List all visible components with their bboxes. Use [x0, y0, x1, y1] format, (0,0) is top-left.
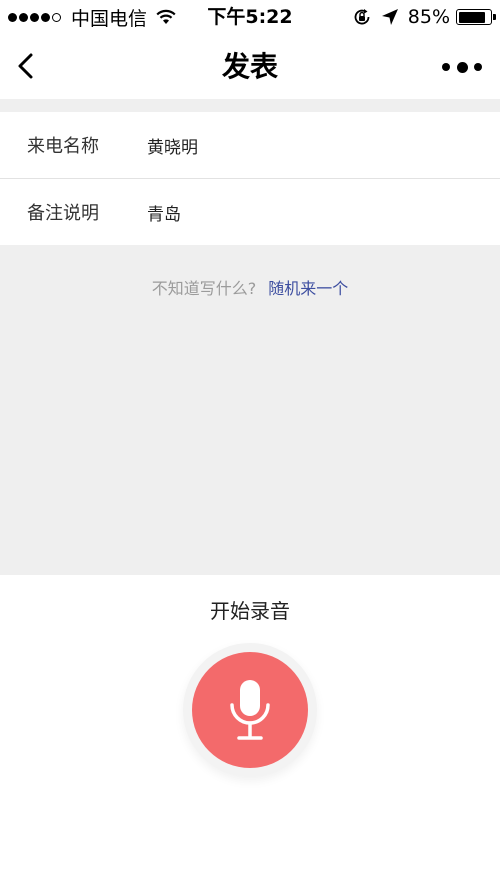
more-dots-icon [442, 63, 450, 71]
more-options-button[interactable] [442, 56, 482, 78]
page-title: 发表 [221, 50, 278, 83]
battery-level-fill [458, 11, 485, 23]
section-divider [0, 99, 500, 112]
caller-name-input[interactable] [147, 135, 467, 155]
record-label: 开始录音 [210, 599, 290, 623]
navigation-bar: 发表 [0, 34, 500, 99]
hint-line: 不知道写什么? 随机来一个 [0, 275, 500, 299]
form-row-remark: 备注说明 [0, 178, 500, 245]
remark-label: 备注说明 [27, 203, 99, 224]
battery-icon [456, 9, 496, 25]
content-area[interactable]: 不知道写什么? 随机来一个 [0, 245, 500, 575]
random-suggestion-link[interactable]: 随机来一个 [268, 279, 348, 298]
status-right: 85% [352, 4, 496, 30]
app-screen: 中国电信 下午5:22 85% 发表 来电名称 黄晓明 备注说明 青岛 不知道写… [0, 0, 500, 887]
remark-input[interactable] [147, 202, 467, 222]
microphone-icon [230, 680, 270, 740]
record-button[interactable] [192, 652, 308, 768]
location-arrow-icon [381, 9, 398, 25]
hint-text: 不知道写什么? [151, 279, 257, 298]
caller-name-label: 来电名称 [27, 136, 99, 157]
form-row-caller-name: 来电名称 [0, 112, 500, 178]
status-bar: 中国电信 下午5:22 85% [0, 0, 500, 34]
record-panel: 开始录音 [0, 575, 500, 887]
orientation-lock-icon [354, 9, 370, 25]
battery-percent: 85% [407, 6, 450, 28]
info-form: 来电名称 备注说明 [0, 112, 500, 245]
